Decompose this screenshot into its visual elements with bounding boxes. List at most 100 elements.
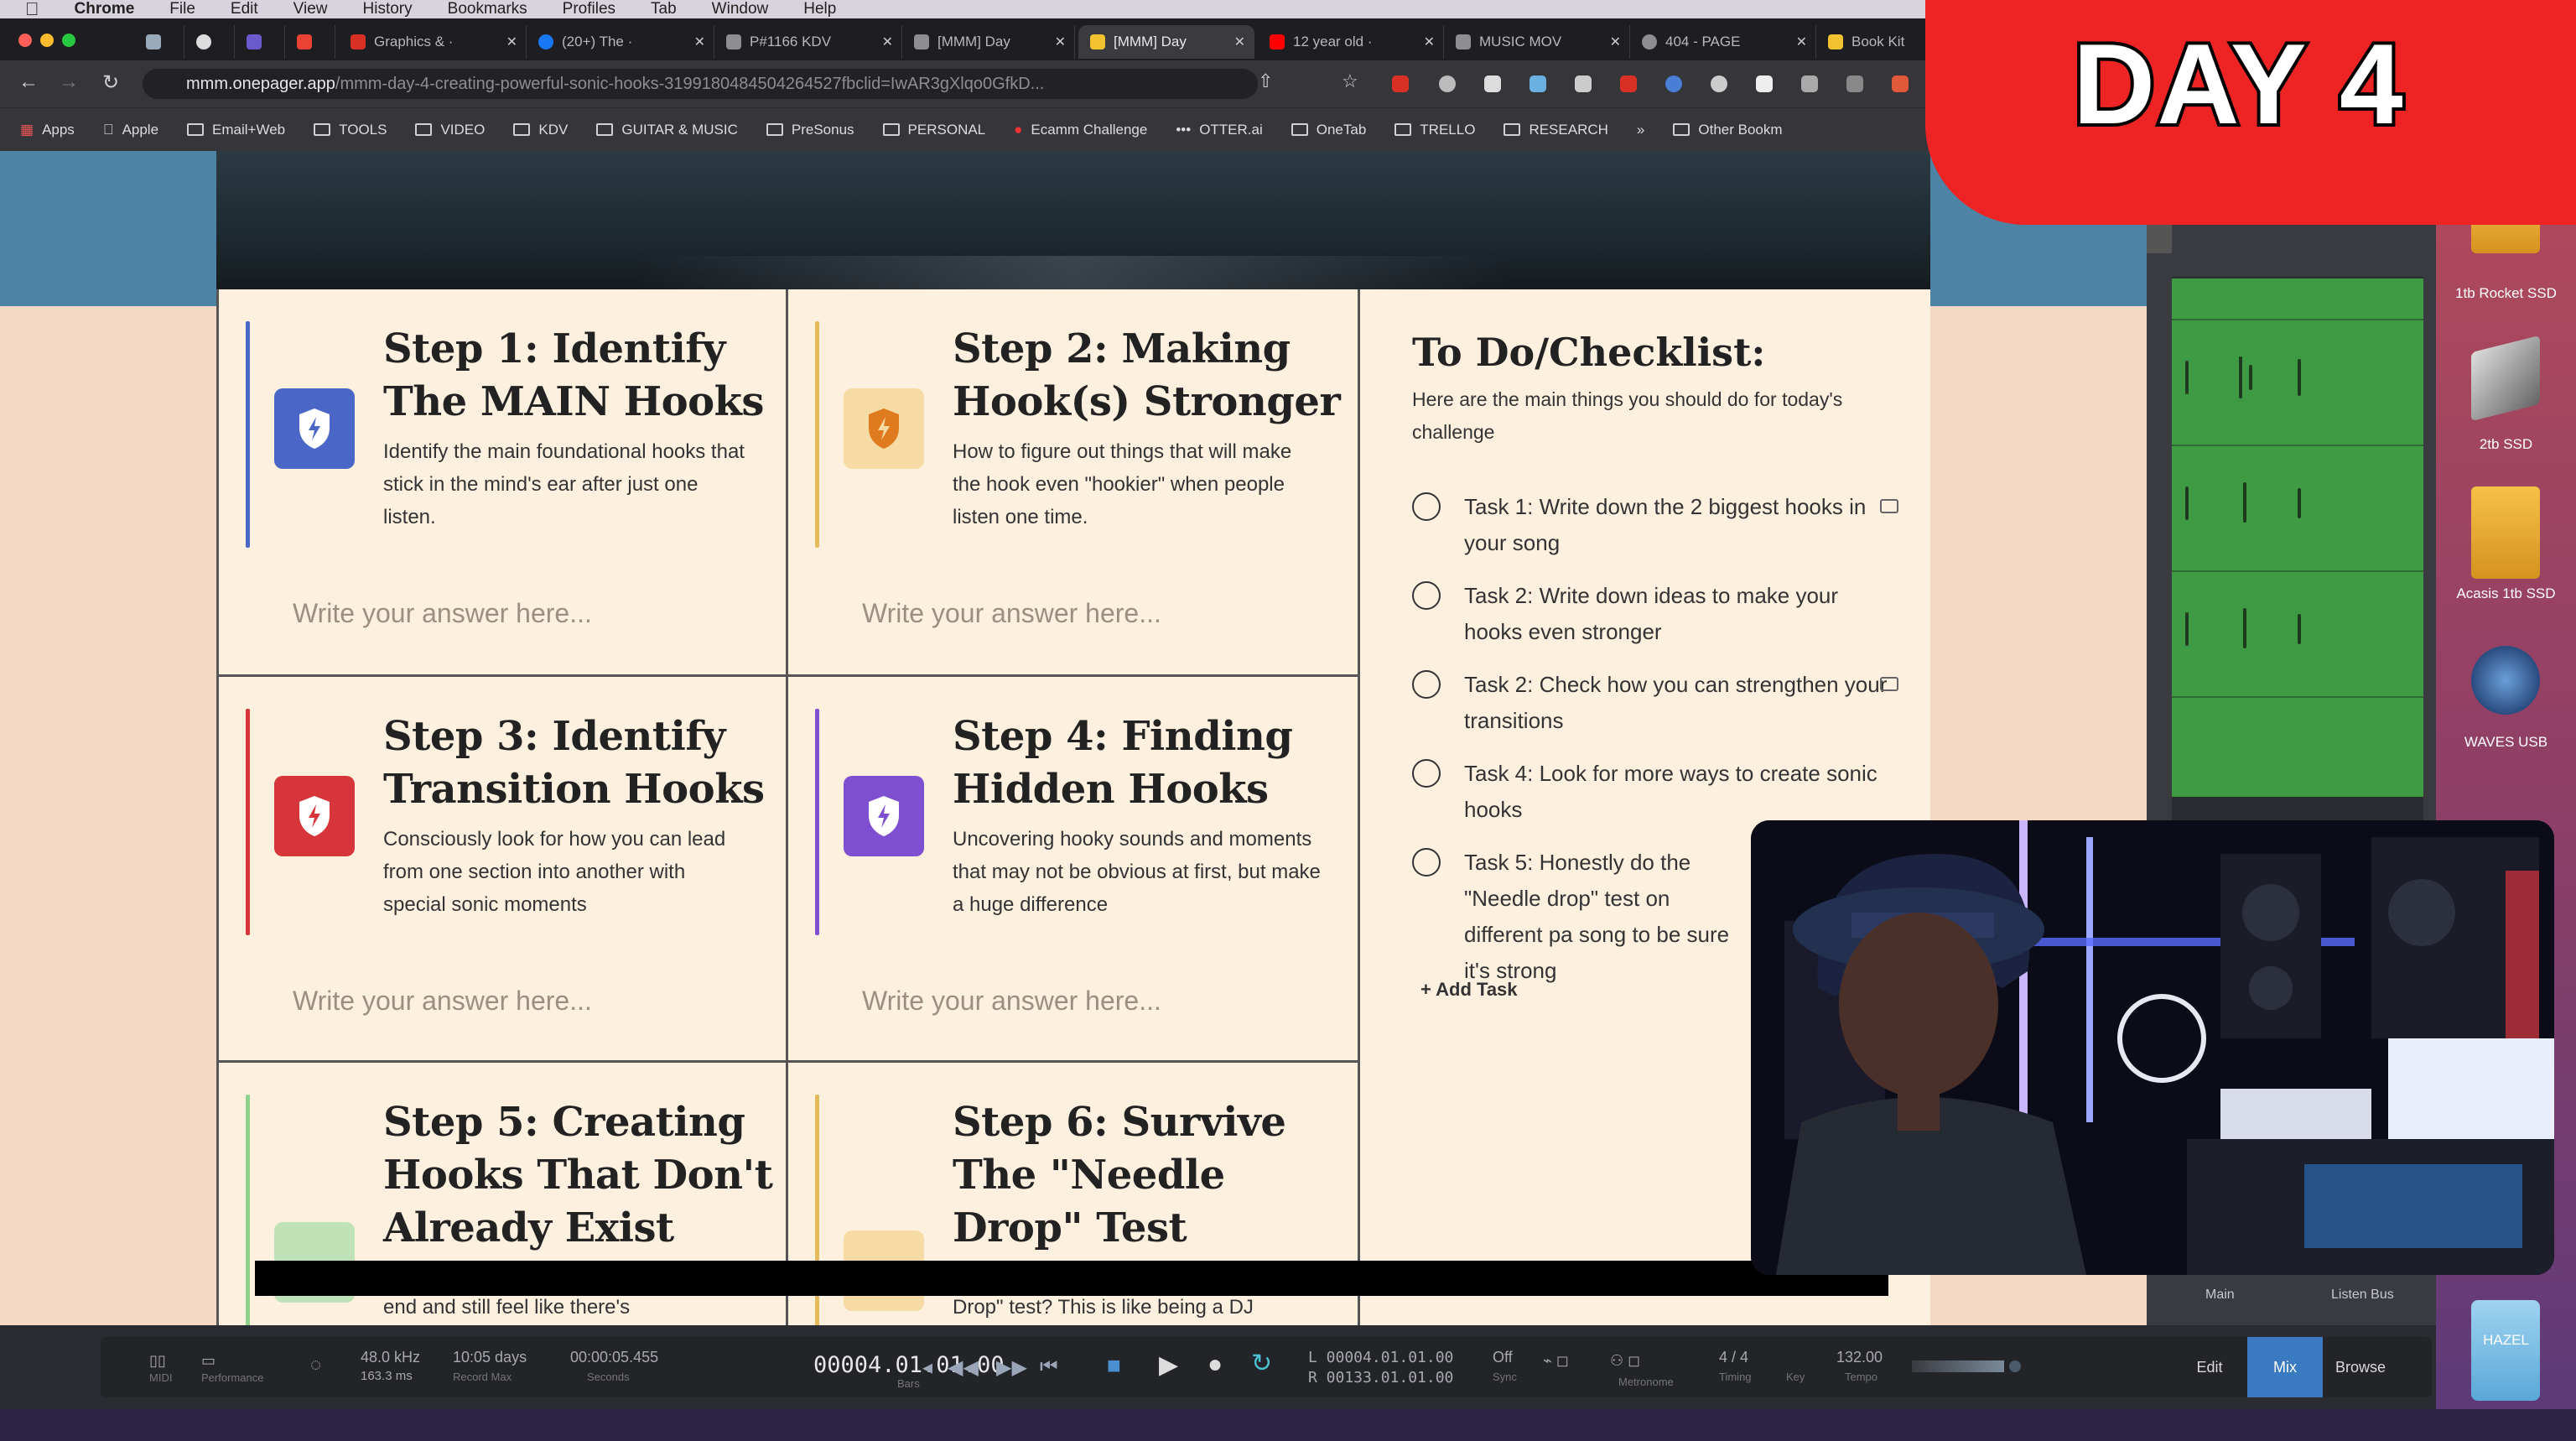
apple-menu-icon[interactable]:  <box>25 0 39 20</box>
bookmark-apple[interactable]: Apple <box>103 122 158 138</box>
bookmark-apps[interactable]: ▦ Apps <box>20 122 75 138</box>
goto-end-icon[interactable]: ⏮ <box>1040 1355 1058 1379</box>
task-checkbox[interactable] <box>1412 492 1441 521</box>
bookmark-folder[interactable]: PERSONAL <box>882 122 985 138</box>
bookmark-otter[interactable]: ••• OTTER.ai <box>1176 122 1262 138</box>
record-icon[interactable]: ● <box>1208 1350 1223 1379</box>
menu-app-chrome[interactable]: Chrome <box>75 0 135 18</box>
loop-start[interactable]: L 00004.01.01.00 <box>1308 1349 1453 1366</box>
menu-view[interactable]: View <box>293 0 328 18</box>
pinned-tab[interactable] <box>235 25 285 59</box>
ssd-drive-icon[interactable] <box>2471 335 2540 422</box>
bookmark-folder[interactable]: KDV <box>513 122 568 138</box>
close-tab-icon[interactable]: ✕ <box>694 34 705 50</box>
menu-window[interactable]: Window <box>712 0 769 18</box>
share-icon[interactable]: ⇧ <box>1258 70 1273 92</box>
browser-tab[interactable]: 404 - PAGE ✕ <box>1630 25 1816 59</box>
bookmark-folder[interactable]: TOOLS <box>314 122 387 138</box>
browser-tab[interactable]: Graphics & · ✕ <box>339 25 527 59</box>
hazel-folder-icon[interactable] <box>2471 1300 2540 1401</box>
comment-icon[interactable] <box>1880 499 1898 513</box>
extension-icon[interactable] <box>1892 75 1909 92</box>
close-window-button[interactable] <box>18 34 32 47</box>
task-checkbox[interactable] <box>1412 759 1441 788</box>
minimize-window-button[interactable] <box>40 34 54 47</box>
task-checkbox[interactable] <box>1412 581 1441 610</box>
extension-icon[interactable] <box>1846 75 1863 92</box>
extension-icon[interactable] <box>1711 75 1727 92</box>
close-tab-icon[interactable]: ✕ <box>882 34 893 50</box>
menu-tab[interactable]: Tab <box>651 0 677 18</box>
reload-icon[interactable]: ↻ <box>102 70 119 95</box>
extension-icon[interactable] <box>1392 75 1409 92</box>
answer-input[interactable]: Write your answer here... <box>862 598 1298 629</box>
zoom-window-button[interactable] <box>62 34 75 47</box>
bookmark-folder[interactable]: PreSonus <box>766 122 854 138</box>
sync-off[interactable]: Off <box>1493 1349 1513 1366</box>
pinned-tab-gmail[interactable] <box>285 25 335 59</box>
back-arrow-icon[interactable]: ← <box>18 70 39 94</box>
bookmark-folder[interactable]: VIDEO <box>415 122 485 138</box>
add-task-button[interactable]: + Add Task <box>1420 979 1518 1001</box>
fast-forward-icon[interactable]: ▶▶ <box>996 1355 1027 1380</box>
extension-icon[interactable] <box>1620 75 1637 92</box>
bookmark-other-folder[interactable]: Other Bookm <box>1673 122 1783 138</box>
time-signature[interactable]: 4 / 4 <box>1719 1349 1748 1366</box>
loop-end[interactable]: R 00133.01.01.00 <box>1308 1369 1453 1386</box>
close-tab-icon[interactable]: ✕ <box>1234 34 1245 50</box>
extension-icon[interactable] <box>1665 75 1682 92</box>
bookmark-star-icon[interactable]: ☆ <box>1342 70 1358 92</box>
menu-bookmarks[interactable]: Bookmarks <box>448 0 527 18</box>
precount-icon[interactable]: ⌁ ◻ <box>1543 1352 1569 1370</box>
task-checkbox[interactable] <box>1412 670 1441 699</box>
extension-icon[interactable] <box>1530 75 1546 92</box>
task-checkbox[interactable] <box>1412 848 1441 877</box>
close-tab-icon[interactable]: ✕ <box>506 34 517 50</box>
extension-icon[interactable] <box>1756 75 1773 92</box>
forward-arrow-icon[interactable]: → <box>59 70 79 94</box>
bookmark-folder[interactable]: RESEARCH <box>1504 122 1608 138</box>
answer-input[interactable]: Write your answer here... <box>293 986 729 1017</box>
daw-audio-track[interactable] <box>2172 277 2423 839</box>
stop-icon[interactable]: ■ <box>1107 1352 1121 1379</box>
extension-icon[interactable] <box>1575 75 1592 92</box>
address-bar[interactable]: mmm.onepager.app/mmm-day-4-creating-powe… <box>143 69 1258 99</box>
menu-profiles[interactable]: Profiles <box>563 0 615 18</box>
play-icon[interactable]: ▶ <box>1159 1350 1178 1380</box>
close-tab-icon[interactable]: ✕ <box>1424 34 1435 50</box>
tab-edit[interactable]: Edit <box>2172 1337 2247 1397</box>
browser-tab[interactable]: [MMM] Day ✕ <box>902 25 1075 59</box>
waves-usb-icon[interactable] <box>2471 646 2540 715</box>
external-drive-icon[interactable] <box>2471 486 2540 579</box>
menu-history[interactable]: History <box>363 0 413 18</box>
browser-tab-active[interactable]: [MMM] Day ✕ <box>1078 25 1254 59</box>
pinned-tab[interactable] <box>184 25 235 59</box>
rewind-icon[interactable]: ◀◀ <box>948 1355 979 1380</box>
extension-icon[interactable] <box>1439 75 1456 92</box>
bookmark-folder[interactable]: TRELLO <box>1394 122 1475 138</box>
close-tab-icon[interactable]: ✕ <box>1055 34 1066 50</box>
metronome-icon[interactable]: ⚇ ◻ <box>1610 1352 1640 1370</box>
tempo-value[interactable]: 132.00 <box>1836 1349 1883 1366</box>
comment-icon[interactable] <box>1880 677 1898 691</box>
browser-tab[interactable]: P#1166 KDV ✕ <box>714 25 902 59</box>
bookmark-folder[interactable]: OneTab <box>1291 122 1366 138</box>
close-tab-icon[interactable]: ✕ <box>1796 34 1807 50</box>
bookmark-folder[interactable]: Email+Web <box>187 122 285 138</box>
bookmark-ecamm[interactable]: ● Ecamm Challenge <box>1014 122 1147 138</box>
bookmark-folder[interactable]: GUITAR & MUSIC <box>596 122 738 138</box>
tab-browse[interactable]: Browse <box>2323 1337 2398 1397</box>
tab-mix[interactable]: Mix <box>2247 1337 2323 1397</box>
answer-input[interactable]: Write your answer here... <box>293 598 729 629</box>
extension-icon[interactable] <box>1801 75 1818 92</box>
loop-icon[interactable]: ↻ <box>1251 1349 1272 1378</box>
extension-icon[interactable] <box>1484 75 1501 92</box>
volume-knob[interactable] <box>2009 1360 2021 1372</box>
browser-tab[interactable]: 12 year old · ✕ <box>1258 25 1444 59</box>
browser-tab[interactable]: Book Kit <box>1816 25 1929 59</box>
answer-input[interactable]: Write your answer here... <box>862 986 1298 1017</box>
close-tab-icon[interactable]: ✕ <box>1610 34 1621 50</box>
bookmarks-overflow[interactable]: » <box>1637 122 1644 138</box>
browser-tab[interactable]: (20+) The · ✕ <box>527 25 714 59</box>
menu-file[interactable]: File <box>169 0 195 18</box>
